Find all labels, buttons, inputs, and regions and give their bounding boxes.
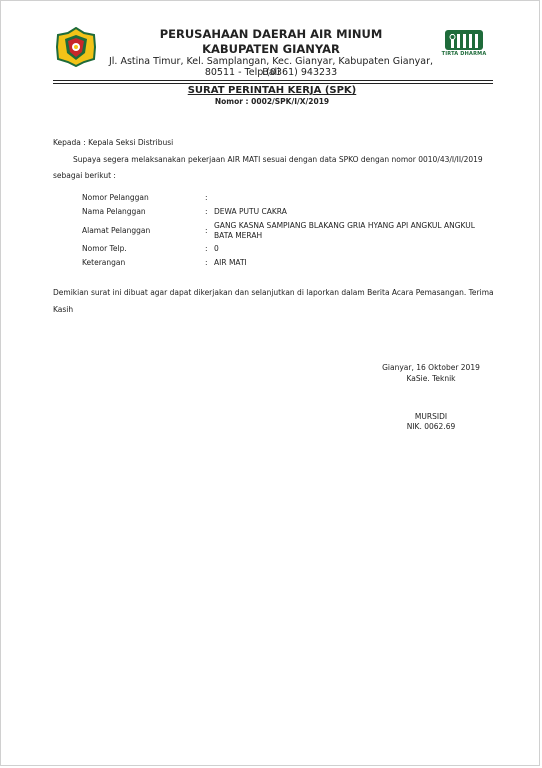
signature-position: KaSie. Teknik	[406, 374, 456, 383]
recipient: Kepada : Kepala Seksi Distribusi	[53, 138, 174, 147]
tirta-dharma-label: TIRTA DHARMA	[441, 51, 487, 57]
company-postcode-phone: 80511 - Telp.(0361) 943233	[204, 67, 338, 78]
field-value-phone: 0	[214, 244, 219, 253]
field-value-customer-address: GANG KASNA SAMPIANG BLAKANG GRIA HYANG A…	[214, 221, 475, 240]
field-colon: :	[205, 207, 208, 216]
letter-number: Nomor : 0002/SPK/I/X/2019	[214, 97, 330, 106]
document-page: PERUSAHAAN DAERAH AIR MINUM KABUPATEN GI…	[0, 0, 540, 766]
field-label-remarks: Keterangan	[82, 258, 126, 267]
field-label-customer-number: Nomor Pelanggan	[82, 193, 149, 202]
company-region: KABUPATEN GIANYAR	[202, 42, 340, 56]
field-label-customer-name: Nama Pelanggan	[82, 207, 146, 216]
header-divider-second	[53, 83, 493, 84]
field-value-customer-name: DEWA PUTU CAKRA	[214, 207, 287, 216]
field-colon: :	[205, 226, 208, 235]
company-name: PERUSAHAAN DAERAH AIR MINUM	[159, 27, 383, 41]
gianyar-emblem-logo	[55, 27, 97, 67]
closing-text: Demikian surat ini dibuat agar dapat dik…	[53, 288, 494, 297]
signature-nik: NIK. 0062.69	[406, 422, 456, 431]
field-colon: :	[205, 258, 208, 267]
header-divider	[53, 80, 493, 81]
field-label-customer-address: Alamat Pelanggan	[82, 226, 151, 235]
intro-text-continued: sebagai berikut :	[53, 171, 116, 180]
field-colon: :	[205, 244, 208, 253]
field-value-remarks: AIR MATI	[214, 258, 247, 267]
field-colon: :	[205, 193, 208, 202]
signature-name: MURSIDI	[414, 412, 448, 421]
intro-text: Supaya segera melaksanakan pekerjaan AIR…	[73, 155, 483, 164]
letter-title: SURAT PERINTAH KERJA (SPK)	[187, 85, 357, 96]
signature-place-date: Gianyar, 16 Oktober 2019	[382, 363, 480, 372]
field-label-phone: Nomor Telp.	[82, 244, 127, 253]
closing-text-continued: Kasih	[53, 305, 74, 314]
